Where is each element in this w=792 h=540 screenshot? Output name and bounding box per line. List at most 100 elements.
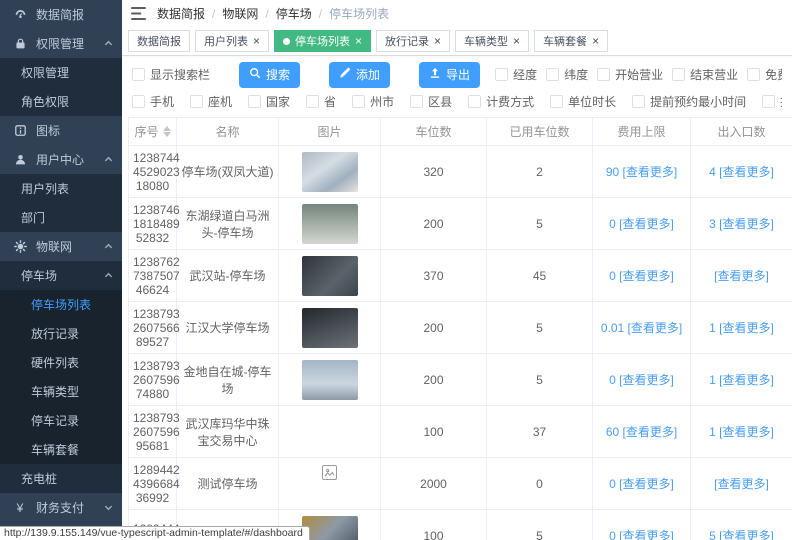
close-icon[interactable]: × [253, 35, 260, 47]
checkbox-label: 单位时长 [568, 93, 616, 110]
parking-id-line: 4529023 [133, 165, 172, 179]
close-icon[interactable]: × [592, 35, 599, 47]
sidebar-item-vehicle-package[interactable]: 车辆套餐 [0, 435, 122, 464]
checkbox-billing-method[interactable]: 计费方式 [468, 93, 534, 110]
checkbox-longitude[interactable]: 经度 [495, 66, 537, 83]
parking-id-line: 7387507 [133, 269, 172, 283]
checkbox-min-advance-booking[interactable]: 提前预约最小时间 [632, 93, 746, 110]
spots-cell: 200 [381, 302, 487, 354]
breadcrumb-separator: / [212, 7, 215, 21]
checkbox-landline[interactable]: 座机 [190, 93, 232, 110]
gates-view-more-link[interactable]: [查看更多] [714, 269, 769, 283]
fee-limit-view-more-link[interactable]: 0.01 [查看更多] [601, 321, 682, 335]
fee-limit-cell: 0 [查看更多] [593, 510, 691, 540]
table-wrap: 序号名称图片车位数已用车位数费用上限出入口数 12387444529023180… [128, 117, 792, 540]
sidebar-item-parking-list[interactable]: 停车场列表 [0, 290, 122, 319]
checkbox-unit-duration[interactable]: 单位时长 [550, 93, 616, 110]
sidebar-item-charging-pile[interactable]: 充电桩 [0, 464, 122, 493]
sort-down-icon[interactable] [163, 132, 171, 137]
sidebar-item-iot[interactable]: 物联网 [0, 232, 122, 261]
breadcrumb-item[interactable]: 数据简报 [157, 5, 205, 22]
checkbox-show-search-bar[interactable]: 显示搜索栏 [132, 66, 210, 83]
gates-view-more-link[interactable]: 4 [查看更多] [709, 165, 774, 179]
fee-limit-view-more-link[interactable]: 0 [查看更多] [609, 373, 674, 387]
checkbox-latitude[interactable]: 纬度 [546, 66, 588, 83]
checkbox-label: 提前预约最大时间 [780, 93, 782, 110]
dashboard-icon [13, 8, 27, 22]
checkbox-max-advance-booking[interactable]: 提前预约最大时间 [762, 93, 782, 110]
sidebar-item-hardware-list[interactable]: 硬件列表 [0, 348, 122, 377]
checkbox-country[interactable]: 国家 [248, 93, 290, 110]
checkbox-province[interactable]: 省 [306, 93, 336, 110]
checkbox-free-duration[interactable]: 免费时长 [747, 66, 782, 83]
gates-view-more-link[interactable]: 1 [查看更多] [709, 425, 774, 439]
fee-limit-view-more-link[interactable]: 60 [查看更多] [606, 425, 677, 439]
checkbox-box [352, 95, 365, 108]
sidebar-menu: 数据简报权限管理权限管理角色权限图标用户中心用户列表部门物联网停车场停车场列表放… [0, 0, 122, 522]
sidebar-item-label: 硬件列表 [31, 354, 79, 371]
add-button[interactable]: 添加 [329, 62, 390, 88]
fee-limit-view-more-link[interactable]: 0 [查看更多] [609, 269, 674, 283]
tab-user-list[interactable]: 用户列表× [195, 30, 269, 52]
tab-parking-list[interactable]: 停车场列表× [274, 30, 371, 52]
gates-view-more-link[interactable]: [查看更多] [714, 477, 769, 491]
gates-view-more-link[interactable]: 5 [查看更多] [709, 529, 774, 540]
used-spots-cell: 45 [487, 250, 593, 302]
sidebar-item-vehicle-type[interactable]: 车辆类型 [0, 377, 122, 406]
checkbox-mobile[interactable]: 手机 [132, 93, 174, 110]
sidebar-item-label: 用户中心 [36, 151, 84, 168]
checkbox-district[interactable]: 区县 [410, 93, 452, 110]
fee-limit-view-more-link[interactable]: 0 [查看更多] [609, 529, 674, 540]
sort-caret-icon[interactable] [163, 126, 171, 137]
breadcrumb-item[interactable]: 物联网 [222, 5, 258, 22]
gates-view-more-link[interactable]: 1 [查看更多] [709, 321, 774, 335]
sidebar-item-parking-records[interactable]: 停车记录 [0, 406, 122, 435]
sidebar-item-parking[interactable]: 停车场 [0, 261, 122, 290]
sort-up-icon[interactable] [163, 126, 171, 131]
sidebar-item-finance-pay[interactable]: ¥财务支付 [0, 493, 122, 522]
parking-image-cell [279, 146, 381, 198]
fee-limit-view-more-link[interactable]: 0 [查看更多] [609, 477, 674, 491]
checkbox-open-time[interactable]: 开始营业 [597, 66, 663, 83]
tab-label: 车辆套餐 [543, 33, 587, 49]
fee-limit-view-more-link[interactable]: 90 [查看更多] [606, 165, 677, 179]
parking-id-line: 1289442 [133, 463, 172, 477]
sidebar-item-dashboard[interactable]: 数据简报 [0, 0, 122, 29]
checkbox-close-time[interactable]: 结束营业 [672, 66, 738, 83]
sidebar-item-label: 物联网 [36, 238, 72, 255]
close-icon[interactable]: × [355, 35, 362, 47]
close-icon[interactable]: × [434, 35, 441, 47]
sidebar-item-label: 用户列表 [21, 180, 69, 197]
sidebar-item-department[interactable]: 部门 [0, 203, 122, 232]
sidebar-item-label: 权限管理 [36, 35, 84, 52]
main-area: 数据简报/物联网/停车场/停车场列表 数据简报用户列表×停车场列表×放行记录×车… [122, 0, 792, 540]
sidebar-item-pass-records[interactable]: 放行记录 [0, 319, 122, 348]
fee-limit-view-more-link[interactable]: 0 [查看更多] [609, 217, 674, 231]
close-icon[interactable]: × [513, 35, 520, 47]
checkbox-city[interactable]: 州市 [352, 93, 394, 110]
sidebar-item-permission[interactable]: 权限管理 [0, 29, 122, 58]
gates-view-more-link[interactable]: 3 [查看更多] [709, 217, 774, 231]
checkbox-label: 计费方式 [486, 93, 534, 110]
tab-vehicle-package[interactable]: 车辆套餐 × [534, 30, 608, 52]
table-row: 1238793260756689527江汉大学停车场20050.01 [查看更多… [129, 302, 792, 354]
search-button[interactable]: 搜索 [239, 62, 300, 88]
tab-dashboard[interactable]: 数据简报 [128, 30, 190, 52]
tab-pass-records[interactable]: 放行记录× [376, 30, 450, 52]
sidebar-item-user-list[interactable]: 用户列表 [0, 174, 122, 203]
header-text: 已用车位数 [509, 123, 569, 140]
sidebar-item-role-permission[interactable]: 角色权限 [0, 87, 122, 116]
parking-id-line: 1818489 [133, 217, 172, 231]
parking-name-cell: 东湖绿道白马洲头-停车场 [177, 198, 279, 250]
sidebar-item-permission-manage[interactable]: 权限管理 [0, 58, 122, 87]
column-header-0[interactable]: 序号 [129, 118, 177, 146]
sidebar-item-icons[interactable]: 图标 [0, 116, 122, 145]
export-button[interactable]: 导出 [419, 62, 480, 88]
tab-vehicle-type[interactable]: 车辆类型× [455, 30, 529, 52]
parking-id-line: 95681 [133, 439, 172, 453]
hamburger-icon[interactable] [131, 7, 146, 20]
breadcrumb-item[interactable]: 停车场 [276, 5, 312, 22]
parking-id-line: 52832 [133, 231, 172, 245]
sidebar-item-user-center[interactable]: 用户中心 [0, 145, 122, 174]
gates-view-more-link[interactable]: 1 [查看更多] [709, 373, 774, 387]
